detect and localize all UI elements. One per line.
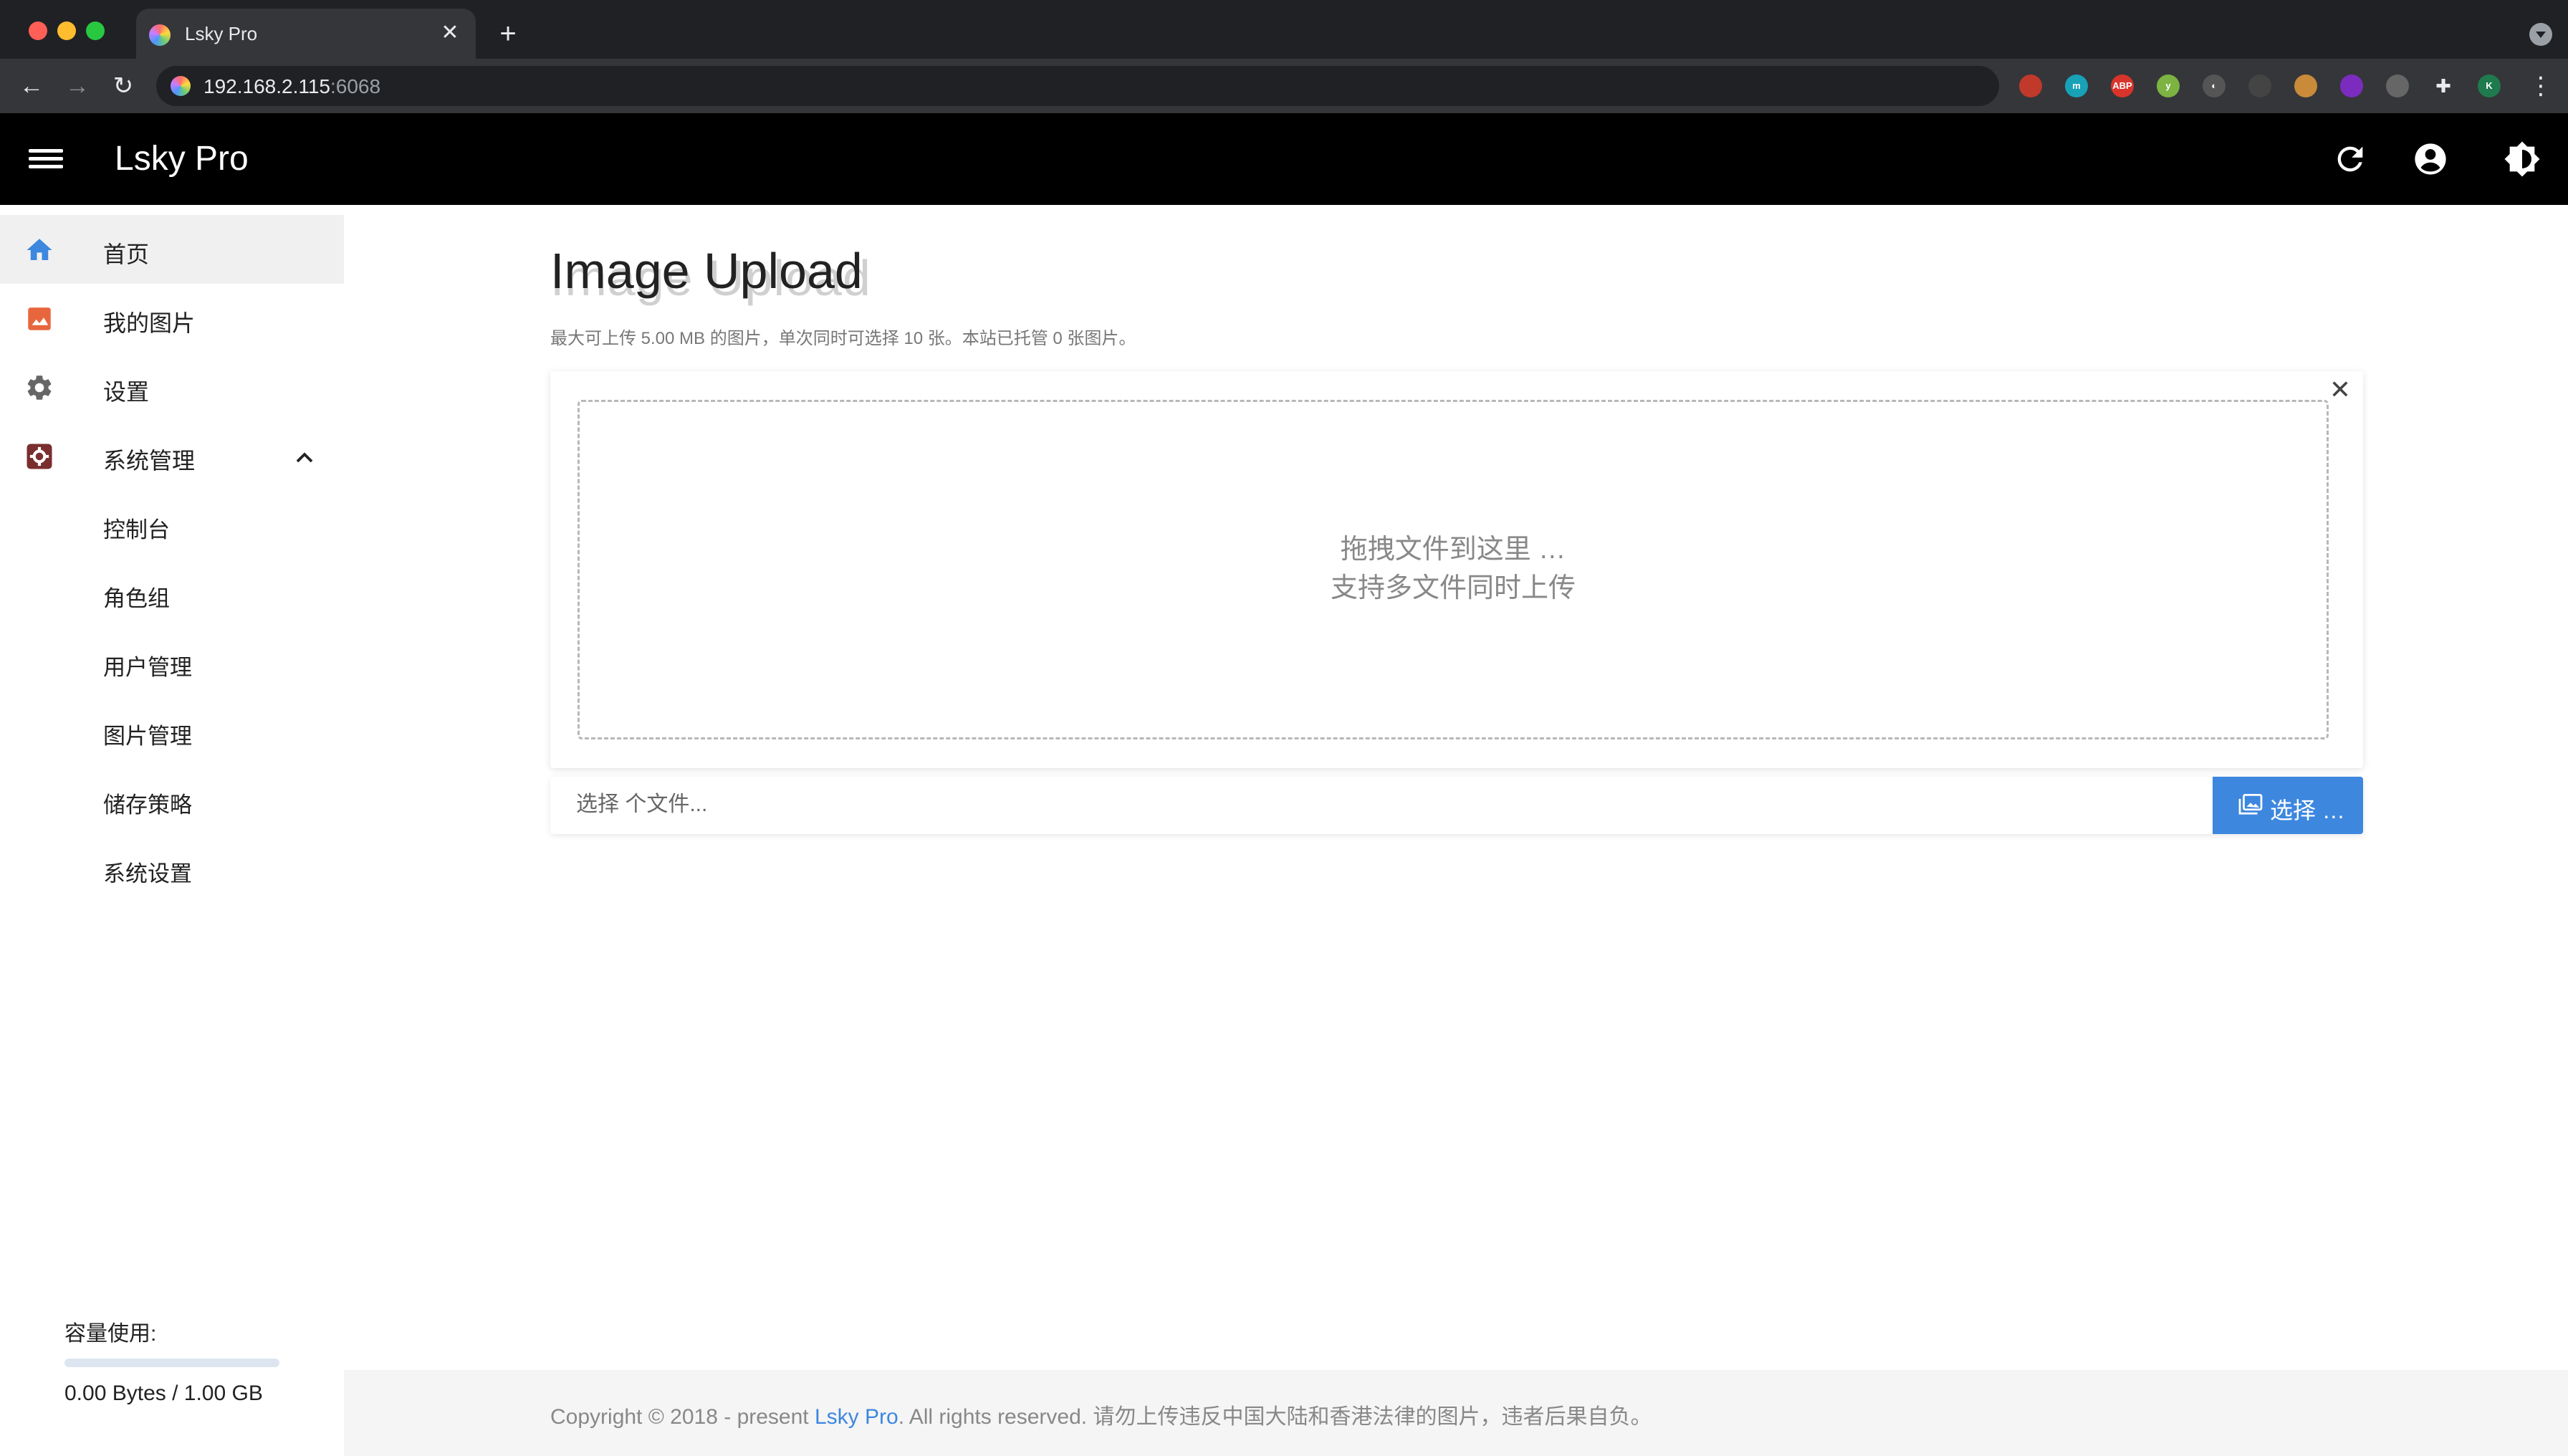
tab-close-icon[interactable]: ✕ — [434, 17, 466, 49]
drop-zone[interactable]: 拖拽文件到这里 … 支持多文件同时上传 — [578, 400, 2329, 739]
footer: Copyright © 2018 - present Lsky Pro. All… — [344, 1370, 2568, 1456]
window-zoom-button[interactable] — [86, 21, 105, 40]
app-title: Lsky Pro — [115, 140, 249, 178]
browser-toolbar: ← → ↻ 192.168.2.115:6068 — [0, 59, 2568, 113]
ext-cookie-icon[interactable] — [2294, 75, 2317, 97]
ext-red-icon[interactable] — [2019, 75, 2042, 97]
sidebar-subitem-label: 图片管理 — [103, 724, 192, 749]
tab-search-icon[interactable] — [2529, 23, 2552, 46]
back-arrow-icon[interactable]: ← — [14, 69, 49, 103]
sidebar-subitem-label: 储存策略 — [103, 792, 192, 818]
browser-menu-icon[interactable]: ⋮ — [2526, 72, 2555, 100]
reload-icon[interactable]: ↻ — [106, 69, 140, 103]
sidebar-subitem-console[interactable]: 控制台 — [0, 490, 344, 559]
lsky-pro-link[interactable]: Lsky Pro — [815, 1405, 899, 1429]
copyright-suffix: . All rights reserved. 请勿上传违反中国大陆和香港法律的图… — [898, 1405, 1652, 1429]
close-icon[interactable]: ✕ — [2327, 377, 2353, 403]
sidebar-item-label: 首页 — [103, 241, 150, 267]
drop-zone-subhint: 支持多文件同时上传 — [1330, 573, 1576, 603]
forward-arrow-icon[interactable]: → — [60, 69, 95, 103]
address-bar[interactable]: 192.168.2.115:6068 — [156, 66, 1999, 106]
profile-avatar-icon[interactable]: K — [2478, 75, 2501, 97]
admin-icon — [27, 444, 52, 469]
sidebar-item-my-images[interactable]: 我的图片 — [0, 284, 344, 353]
sidebar-subitem-label: 角色组 — [103, 586, 170, 611]
sidebar-subitem-label: 系统设置 — [103, 861, 192, 886]
sidebar-subitem-users[interactable]: 用户管理 — [0, 628, 344, 696]
storage-progress-bar — [64, 1359, 279, 1367]
ext-shield-icon[interactable] — [2248, 75, 2271, 97]
browser-tab-bar: Lsky Pro ✕ + — [0, 0, 2568, 59]
sidebar-subitem-label: 控制台 — [103, 517, 170, 542]
ext-gray-icon[interactable] — [2386, 75, 2409, 97]
sidebar-subitem-storage[interactable]: 储存策略 — [0, 765, 344, 834]
sidebar-subitem-images[interactable]: 图片管理 — [0, 696, 344, 765]
browse-button[interactable]: 选择 … — [2213, 777, 2363, 834]
window-minimize-button[interactable] — [57, 21, 76, 40]
ext-y-icon[interactable]: y — [2157, 75, 2180, 97]
copyright-prefix: Copyright © 2018 - present — [550, 1405, 815, 1429]
sidebar-subitem-system-settings[interactable]: 系统设置 — [0, 834, 344, 903]
file-caption-input[interactable] — [576, 792, 2152, 817]
menu-toggle-icon[interactable] — [29, 145, 63, 173]
sidebar-item-system-admin[interactable]: 系统管理 — [0, 421, 344, 490]
sidebar-item-label: 系统管理 — [103, 448, 196, 474]
ext-abp-icon[interactable]: ABP — [2111, 75, 2134, 97]
upload-limits-text: 最大可上传 5.00 MB 的图片，单次同时可选择 10 张。本站已托管 0 张… — [550, 329, 1136, 348]
image-icon — [28, 307, 51, 330]
tab-title: Lsky Pro — [185, 23, 258, 44]
sidebar-item-home[interactable]: 首页 — [0, 215, 344, 284]
storage-label: 容量使用: — [64, 1322, 157, 1346]
ext-circle-icon[interactable]: ◐ — [2203, 75, 2226, 97]
storage-usage-text: 0.00 Bytes / 1.00 GB — [64, 1381, 263, 1405]
sidebar-subitem-roles[interactable]: 角色组 — [0, 559, 344, 628]
file-select-row: 选择 … — [550, 777, 2363, 834]
browse-button-label: 选择 … — [2270, 798, 2345, 823]
url-port: :6068 — [330, 75, 381, 97]
ext-purple-icon[interactable] — [2340, 75, 2363, 97]
home-icon — [27, 239, 52, 260]
images-icon — [2238, 794, 2263, 815]
sidebar-subitem-label: 用户管理 — [103, 655, 192, 680]
gear-icon — [27, 375, 52, 400]
drop-zone-hint: 拖拽文件到这里 … — [1340, 535, 1566, 565]
page-title: Image Upload — [550, 243, 863, 299]
puzzle-icon[interactable]: ✚ — [2432, 75, 2455, 97]
window-close-button[interactable] — [29, 21, 47, 40]
account-icon[interactable] — [2412, 140, 2449, 178]
sidebar-item-label: 我的图片 — [103, 310, 196, 336]
sidebar-item-label: 设置 — [103, 379, 150, 405]
sidebar: 首页 我的图片 设置 系统管理 控制台 角色组 用户管理 图片管理 储存策略 系… — [0, 205, 344, 1456]
site-favicon-icon — [149, 24, 171, 46]
upload-card: ✕ 拖拽文件到这里 … 支持多文件同时上传 — [550, 371, 2363, 768]
app-header: Lsky Pro — [0, 113, 2568, 205]
site-info-icon[interactable] — [171, 76, 191, 96]
ext-m-icon[interactable]: m — [2065, 75, 2088, 97]
theme-toggle-icon[interactable] — [2504, 140, 2541, 178]
url-host: 192.168.2.115 — [203, 75, 330, 97]
new-tab-button[interactable]: + — [490, 16, 526, 52]
browser-tab[interactable]: Lsky Pro ✕ — [136, 9, 476, 59]
refresh-icon[interactable] — [2332, 140, 2369, 178]
sidebar-item-settings[interactable]: 设置 — [0, 353, 344, 421]
url-text: 192.168.2.115:6068 — [203, 75, 380, 98]
chevron-up-icon[interactable] — [294, 447, 315, 469]
copyright-text: Copyright © 2018 - present Lsky Pro. All… — [550, 1399, 1652, 1430]
